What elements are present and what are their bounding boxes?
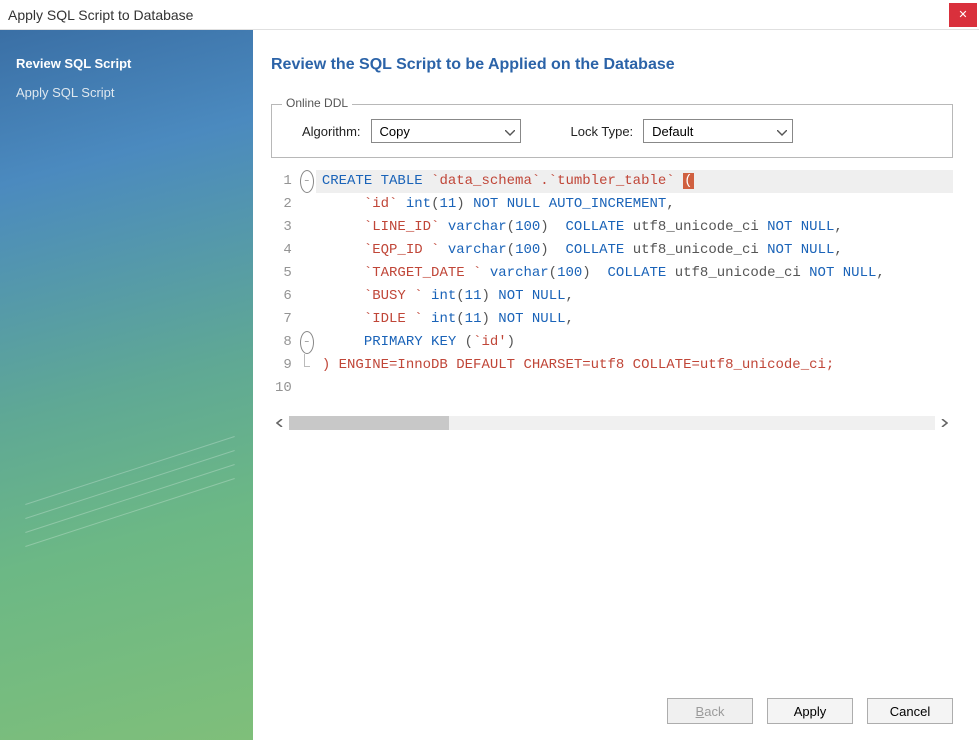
code-line[interactable]: PRIMARY KEY (`id') [316,331,953,354]
apply-button[interactable]: Apply [767,698,853,724]
main-panel: Review the SQL Script to be Applied on t… [253,30,979,740]
sidebar-decoration [20,460,180,620]
sidebar-step-apply[interactable]: Apply SQL Script [16,85,237,100]
scroll-track[interactable] [289,416,935,430]
code-line[interactable]: `TARGET_DATE ` varchar(100) COLLATE utf8… [316,262,953,285]
code-line[interactable] [316,377,953,400]
fold-toggle-icon[interactable]: − [300,170,314,193]
fold-toggle-icon[interactable]: − [300,331,314,354]
code-line[interactable]: `EQP_ID ` varchar(100) COLLATE utf8_unic… [316,239,953,262]
line-number: 8 [275,331,292,354]
sidebar-step-review[interactable]: Review SQL Script [16,56,237,71]
line-number: 5 [275,262,292,285]
code-line[interactable]: ) ENGINE=InnoDB DEFAULT CHARSET=utf8 COL… [316,354,953,377]
locktype-value: Default [643,119,793,143]
code-line[interactable]: `id` int(11) NOT NULL AUTO_INCREMENT, [316,193,953,216]
line-number-gutter: 12345678910 [271,166,300,404]
algorithm-value: Copy [371,119,521,143]
algorithm-label: Algorithm: [302,124,361,139]
code-area[interactable]: CREATE TABLE `data_schema`.`tumbler_tabl… [316,166,953,404]
line-number: 6 [275,285,292,308]
wizard-sidebar: Review SQL Script Apply SQL Script [0,30,253,740]
line-number: 7 [275,308,292,331]
close-icon: ✕ [958,8,967,21]
window-title: Apply SQL Script to Database [8,7,949,23]
line-number: 2 [275,193,292,216]
code-line[interactable]: CREATE TABLE `data_schema`.`tumbler_tabl… [316,170,953,193]
scroll-left-button[interactable] [271,414,289,432]
page-heading: Review the SQL Script to be Applied on t… [271,56,953,74]
fold-branch-icon [300,354,314,377]
title-bar: Apply SQL Script to Database ✕ [0,0,979,30]
code-line[interactable]: `LINE_ID` varchar(100) COLLATE utf8_unic… [316,216,953,239]
dialog-footer: Back Apply Cancel [271,684,953,724]
code-line[interactable]: `IDLE ` int(11) NOT NULL, [316,308,953,331]
locktype-select[interactable]: Default [643,119,793,143]
cancel-button[interactable]: Cancel [867,698,953,724]
scroll-right-button[interactable] [935,414,953,432]
locktype-label: Lock Type: [571,124,634,139]
online-ddl-group: Online DDL Algorithm: Copy Lock Type: De… [271,104,953,158]
back-button: Back [667,698,753,724]
sql-editor[interactable]: 12345678910 −− CREATE TABLE `data_schema… [271,166,953,404]
fold-gutter: −− [300,166,316,404]
line-number: 10 [275,377,292,400]
line-number: 9 [275,354,292,377]
line-number: 4 [275,239,292,262]
online-ddl-legend: Online DDL [282,96,352,110]
close-button[interactable]: ✕ [949,3,977,27]
horizontal-scrollbar[interactable] [271,414,953,432]
algorithm-select[interactable]: Copy [371,119,521,143]
code-line[interactable]: `BUSY ` int(11) NOT NULL, [316,285,953,308]
line-number: 3 [275,216,292,239]
line-number: 1 [275,170,292,193]
scroll-thumb[interactable] [289,416,449,430]
